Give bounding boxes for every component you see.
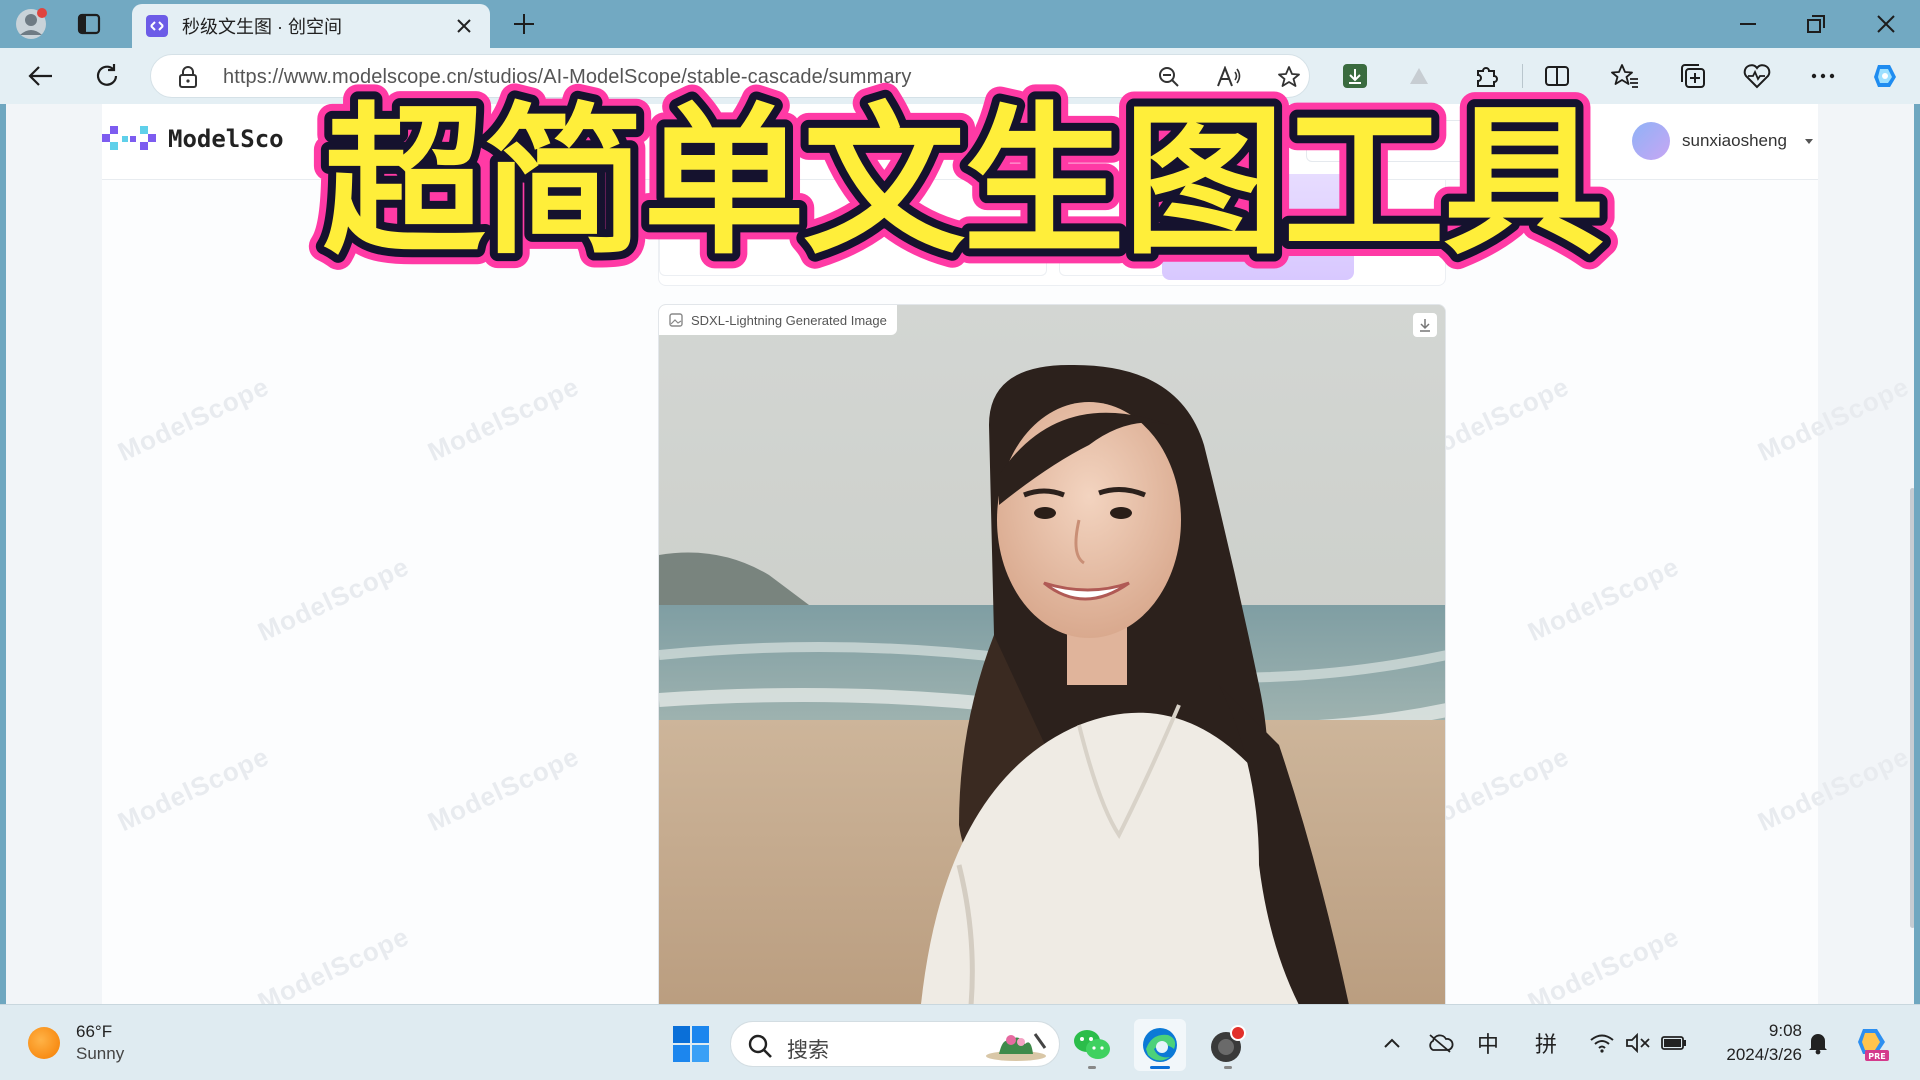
show-hidden-icons-button[interactable] <box>1376 1027 1408 1059</box>
image-label-text: SDXL-Lightning Generated Image <box>691 312 887 328</box>
image-label: SDXL-Lightning Generated Image <box>659 305 897 335</box>
back-button[interactable] <box>22 58 60 94</box>
logo-text: ModelSco <box>168 125 284 153</box>
edge-app[interactable] <box>1134 1019 1186 1071</box>
weather-temperature: 66°F <box>76 1022 113 1041</box>
modelscope-logo[interactable]: ModelSco <box>102 122 284 156</box>
search-icon <box>748 1034 772 1058</box>
copilot-button[interactable] <box>1868 60 1902 92</box>
taskbar-search-placeholder: 搜索 <box>787 1039 829 1062</box>
sun-icon <box>28 1027 60 1059</box>
chevron-down-icon[interactable] <box>1802 134 1816 148</box>
restore-button[interactable] <box>1796 8 1836 40</box>
performance-button[interactable] <box>1740 60 1774 92</box>
page-scrollbar[interactable] <box>1910 488 1914 928</box>
notifications-button[interactable] <box>1802 1027 1834 1059</box>
close-window-button[interactable] <box>1866 8 1906 40</box>
overlay-caption: 超简单文生图工具 超简单文生图工具 超简单文生图工具 <box>308 74 1620 270</box>
close-tab-button[interactable] <box>452 14 476 38</box>
download-button[interactable] <box>1413 313 1437 337</box>
copilot-taskbar-button[interactable]: PRE <box>1852 1023 1892 1063</box>
taskbar-search[interactable]: 搜索 <box>730 1021 1060 1067</box>
username[interactable]: sunxiaosheng <box>1682 131 1787 151</box>
generated-image-panel: SDXL-Lightning Generated Image <box>658 304 1446 1004</box>
volume-button[interactable] <box>1622 1027 1654 1059</box>
ime-language-indicator[interactable]: 中 <box>1472 1027 1504 1059</box>
watermark: ModelScope <box>253 920 414 1004</box>
modelscope-favicon <box>146 15 168 37</box>
image-icon <box>669 313 683 327</box>
copilot-icon <box>1874 65 1896 87</box>
tab-actions-button[interactable] <box>72 8 106 40</box>
weather-widget[interactable]: 66°F Sunny <box>28 1021 124 1065</box>
volume-muted-icon <box>1626 1033 1650 1053</box>
profile-icon <box>16 8 47 39</box>
system-clock[interactable]: 9:08 2024/3/26 <box>1706 1019 1802 1067</box>
recorder-icon <box>1211 1025 1246 1062</box>
refresh-icon <box>96 64 118 86</box>
bell-icon <box>1809 1034 1827 1055</box>
download-icon <box>1420 319 1430 332</box>
restore-icon <box>1807 15 1825 33</box>
generated-photo <box>659 305 1445 1004</box>
running-indicator <box>1088 1066 1096 1069</box>
cloud-offline-icon <box>1429 1034 1454 1053</box>
watermark: ModelScope <box>1753 370 1914 468</box>
battery-icon <box>1661 1036 1686 1050</box>
wechat-app[interactable] <box>1066 1019 1118 1071</box>
collections-icon <box>1681 64 1705 88</box>
new-tab-button[interactable] <box>508 8 540 40</box>
close-window-icon <box>1877 15 1895 33</box>
minimize-icon <box>1740 23 1756 25</box>
more-icon <box>1811 73 1835 79</box>
ime-mode-indicator[interactable]: 拼 <box>1530 1027 1562 1059</box>
refresh-button[interactable] <box>88 58 126 94</box>
clock-time: 9:08 <box>1768 1021 1802 1040</box>
copilot-pre-icon: PRE <box>1858 1029 1889 1061</box>
wechat-icon <box>1074 1030 1110 1059</box>
wifi-button[interactable] <box>1586 1027 1618 1059</box>
watermark: ModelScope <box>423 740 584 838</box>
lock-icon[interactable] <box>177 65 199 89</box>
running-indicator <box>1224 1066 1232 1069</box>
watermark: ModelScope <box>113 740 274 838</box>
watermark: ModelScope <box>1523 920 1684 1004</box>
edge-icon <box>1143 1028 1177 1062</box>
more-button[interactable] <box>1806 60 1840 92</box>
onedrive-button[interactable] <box>1424 1027 1456 1059</box>
performance-icon <box>1743 64 1771 89</box>
profile-button[interactable] <box>14 6 50 42</box>
watermark: ModelScope <box>1523 550 1684 648</box>
minimize-button[interactable] <box>1728 8 1768 40</box>
weather-condition: Sunny <box>76 1044 125 1063</box>
collections-button[interactable] <box>1676 60 1710 92</box>
modelscope-logo-icon <box>102 126 156 150</box>
watermark: ModelScope <box>113 370 274 468</box>
copilot-badge: PRE <box>1868 1052 1886 1061</box>
clock-date: 2024/3/26 <box>1726 1045 1802 1064</box>
back-icon <box>28 66 52 86</box>
close-tab-icon <box>457 19 471 33</box>
browser-titlebar: 秒级文生图 · 创空间 <box>0 0 1920 48</box>
windows-taskbar: 66°F Sunny 搜索 中 拼 9:08 2024/3/26 PRE <box>0 1004 1920 1080</box>
overlay-caption-fill: 超简单文生图工具 <box>323 89 1603 270</box>
tab-title: 秒级文生图 · 创空间 <box>182 17 342 37</box>
wifi-icon <box>1590 1034 1614 1053</box>
active-tab[interactable]: 秒级文生图 · 创空间 <box>132 4 490 48</box>
recorder-app[interactable] <box>1202 1019 1254 1071</box>
watermark: ModelScope <box>253 550 414 648</box>
active-indicator <box>1150 1066 1170 1069</box>
new-tab-icon <box>514 14 534 34</box>
watermark: ModelScope <box>423 370 584 468</box>
watermark: ModelScope <box>1753 740 1914 838</box>
battery-button[interactable] <box>1658 1027 1690 1059</box>
search-highlight-icon <box>986 1033 1047 1061</box>
tab-actions-icon <box>77 13 101 35</box>
chevron-up-icon <box>1384 1038 1400 1048</box>
start-button[interactable] <box>672 1025 710 1063</box>
